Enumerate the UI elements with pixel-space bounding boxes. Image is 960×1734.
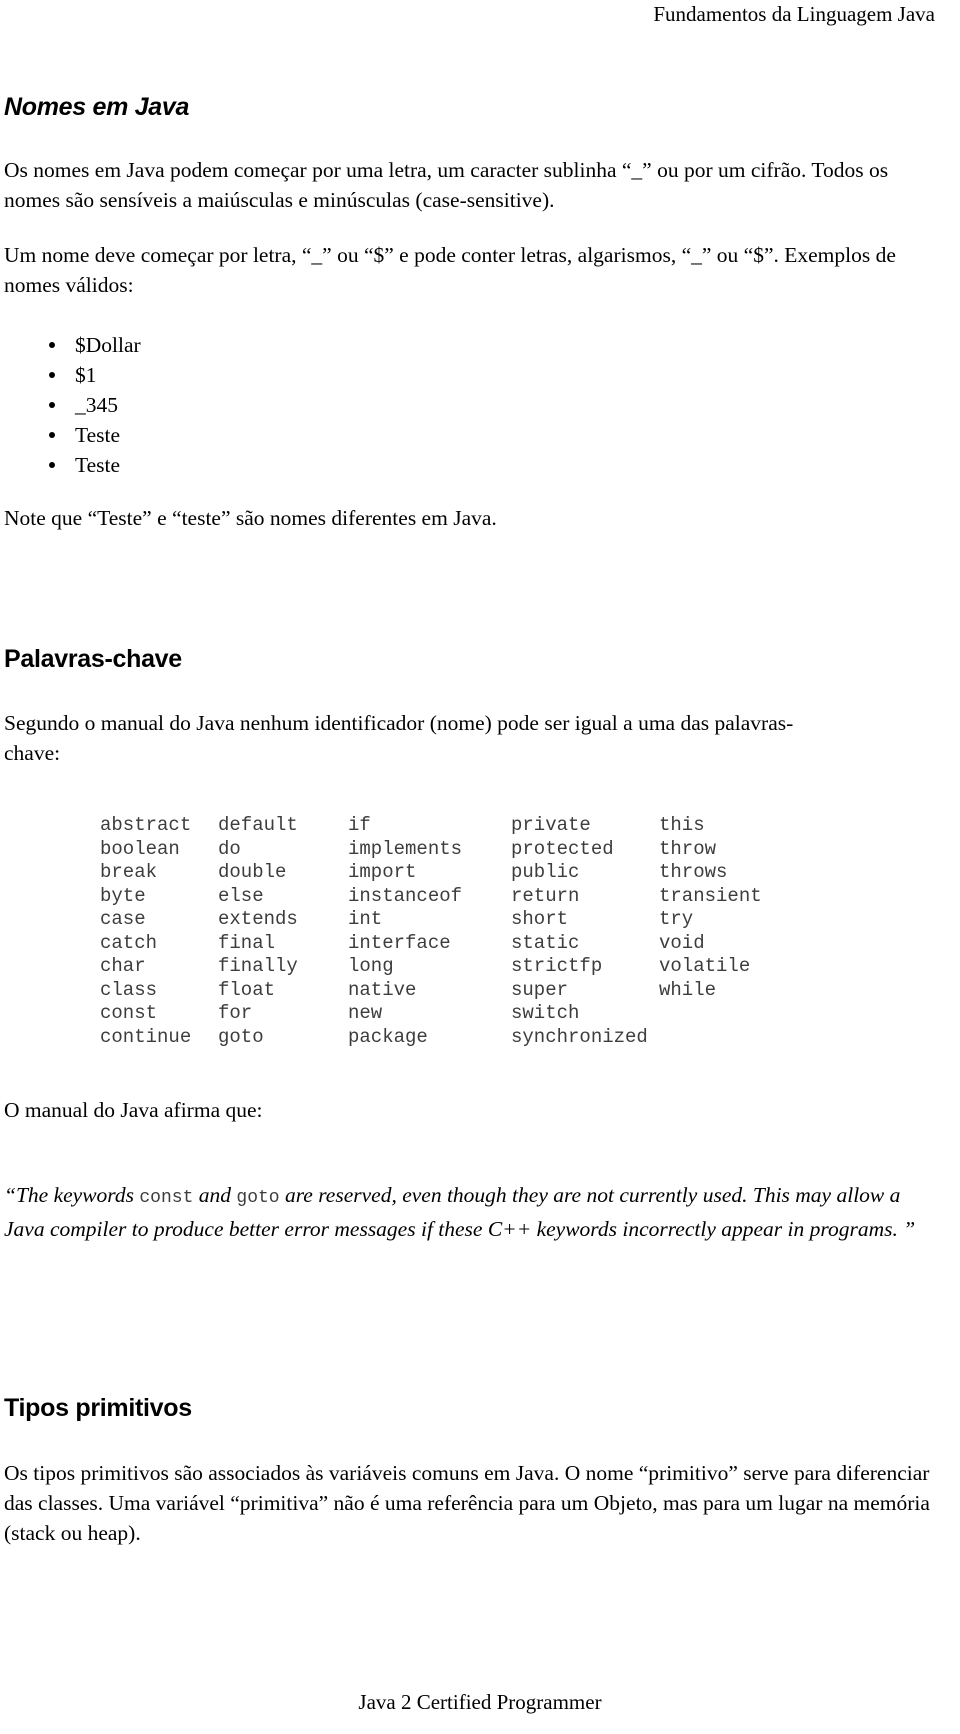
keyword-cell: break [100, 861, 158, 883]
quote-text-part-2: and [193, 1183, 237, 1207]
keyword-cell: public [511, 861, 580, 883]
list-item: Teste [0, 450, 141, 480]
document-page: Fundamentos da Linguagem Java Nomes em J… [0, 0, 960, 1734]
bullet-dot-icon [49, 432, 55, 438]
keyword-cell: throws [659, 861, 728, 883]
running-footer: Java 2 Certified Programmer [358, 1690, 602, 1714]
table-row: byte else instanceof return transient [100, 885, 799, 909]
keyword-cell: if [348, 814, 371, 836]
bullet-dot-icon [49, 402, 55, 408]
keyword-cell: float [218, 978, 276, 1001]
quote-keyword-const: const [139, 1188, 194, 1208]
keyword-cell: void [659, 931, 705, 954]
table-row: catch final interface static void [100, 932, 799, 956]
keyword-cell: abstract [100, 814, 192, 836]
keyword-cell: while [659, 978, 717, 1001]
keyword-cell: strictfp [511, 955, 603, 977]
table-row: const for new switch [100, 1002, 799, 1026]
keyword-cell: instanceof [348, 884, 463, 907]
keyword-cell: goto [218, 1025, 264, 1048]
quote-text-part-1: “The keywords [4, 1183, 140, 1207]
keyword-cell: int [348, 908, 383, 930]
example-names-list: $Dollar $1 _345 Teste Teste [0, 330, 141, 480]
keyword-cell: switch [511, 1002, 580, 1024]
running-header: Fundamentos da Linguagem Java [653, 2, 935, 26]
keyword-cell: finally [218, 955, 298, 977]
keyword-cell: return [511, 884, 580, 907]
heading-palavras-chave: Palavras-chave [4, 645, 182, 673]
quote-keyword-goto: goto [236, 1188, 280, 1208]
table-row: break double import public throws [100, 861, 799, 885]
keyword-cell: for [218, 1002, 253, 1024]
table-row: abstract default if private this [100, 814, 799, 838]
paragraph-nomes-regras: Um nome deve começar por letra, “_” ou “… [4, 243, 896, 297]
keyword-cell: throw [659, 837, 717, 860]
keyword-cell: else [218, 884, 264, 907]
list-item: $Dollar [0, 330, 141, 360]
keyword-cell: super [511, 978, 569, 1001]
java-keywords-table-body: abstract default if private this boolean… [100, 814, 799, 1049]
keyword-cell: char [100, 955, 146, 977]
paragraph-palavras-chave-intro: Segundo o manual do Java nenhum identifi… [4, 711, 794, 765]
keyword-cell: default [218, 814, 298, 836]
bullet-dot-icon [49, 462, 55, 468]
keyword-cell: byte [100, 884, 146, 907]
keyword-cell: boolean [100, 837, 180, 860]
keyword-cell: package [348, 1025, 428, 1048]
keyword-cell: long [348, 955, 394, 977]
keyword-cell: case [100, 908, 146, 930]
list-item: $1 [0, 360, 141, 390]
bullet-dot-icon [49, 372, 55, 378]
keyword-cell: private [511, 814, 591, 836]
keyword-cell: synchronized [511, 1025, 648, 1048]
keyword-cell: new [348, 1002, 383, 1024]
keyword-cell: continue [100, 1025, 192, 1048]
paragraph-manual-afirma: O manual do Java afirma que: [4, 1098, 263, 1122]
list-item: _345 [0, 390, 141, 420]
example-name: Teste [75, 453, 121, 477]
keyword-cell [659, 1026, 799, 1050]
bullet-dot-icon [49, 342, 55, 348]
keyword-cell: protected [511, 837, 614, 860]
java-keywords-table: abstract default if private this boolean… [100, 814, 799, 1049]
keyword-cell [659, 1002, 799, 1026]
paragraph-nomes-intro: Os nomes em Java podem começar por uma l… [4, 158, 889, 212]
table-row: case extends int short try [100, 908, 799, 932]
keyword-cell: final [218, 931, 276, 954]
list-item: Teste [0, 420, 141, 450]
keyword-cell: short [511, 908, 569, 930]
keyword-cell: transient [659, 884, 762, 907]
keyword-cell: do [218, 837, 241, 860]
keyword-cell: implements [348, 837, 463, 860]
keyword-cell: interface [348, 931, 451, 954]
blockquote-java-manual: “The keywords const and goto are reserve… [4, 1180, 939, 1245]
example-name: Teste [75, 423, 121, 447]
table-row: continue goto package synchronized [100, 1026, 799, 1050]
keyword-cell: native [348, 978, 417, 1001]
keyword-cell: extends [218, 908, 298, 930]
example-name: $Dollar [75, 333, 141, 357]
keyword-cell: const [100, 1002, 158, 1024]
table-row: class float native super while [100, 979, 799, 1003]
keyword-cell: try [659, 908, 694, 930]
keyword-cell: catch [100, 931, 158, 954]
keyword-cell: class [100, 978, 158, 1001]
paragraph-tipos-primitivos: Os tipos primitivos são associados às va… [4, 1461, 930, 1545]
example-name: $1 [75, 363, 97, 387]
heading-nomes-em-java: Nomes em Java [4, 93, 190, 121]
table-row: char finally long strictfp volatile [100, 955, 799, 979]
keyword-cell: this [659, 814, 705, 836]
keyword-cell: double [218, 861, 287, 883]
keyword-cell: volatile [659, 955, 751, 977]
example-name: _345 [75, 393, 118, 417]
heading-tipos-primitivos: Tipos primitivos [4, 1394, 192, 1422]
paragraph-nomes-note: Note que “Teste” e “teste” são nomes dif… [4, 506, 497, 530]
keyword-cell: static [511, 931, 580, 954]
table-row: boolean do implements protected throw [100, 838, 799, 862]
keyword-cell: import [348, 861, 417, 883]
